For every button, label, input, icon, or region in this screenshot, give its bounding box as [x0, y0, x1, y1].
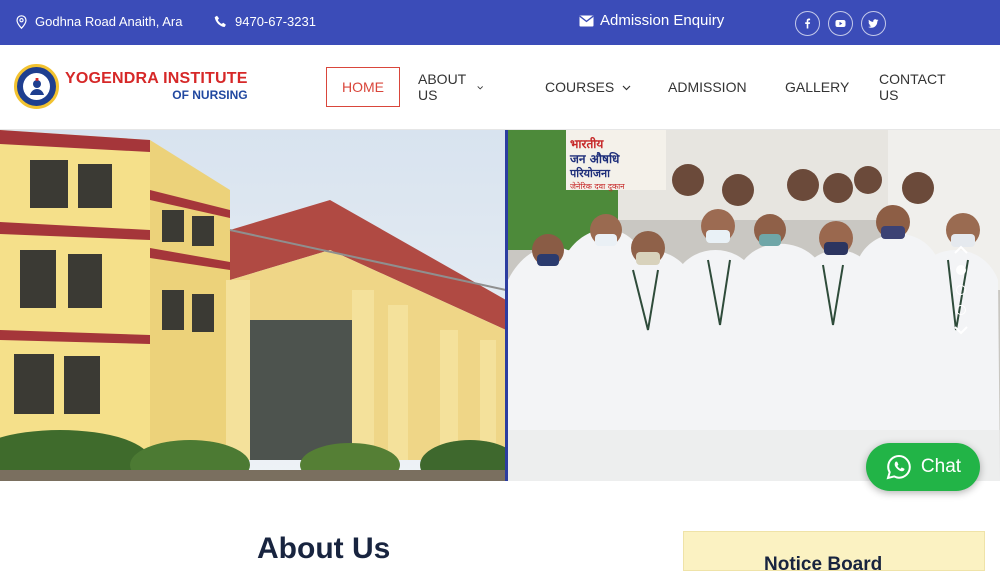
notice-board-heading: Notice Board — [764, 554, 883, 575]
nav-contact-us[interactable]: CONTACT US — [879, 67, 945, 107]
nav-courses[interactable]: COURSES — [545, 67, 631, 107]
facebook-icon[interactable] — [795, 11, 820, 36]
hero-sign-line-1: भारतीय — [570, 137, 604, 151]
twitter-icon[interactable] — [861, 11, 886, 36]
nav-contact-us-label[interactable]: CONTACT US — [879, 71, 945, 103]
admission-enquiry-link[interactable]: Admission Enquiry — [579, 12, 724, 29]
whatsapp-icon — [886, 454, 911, 480]
slider-dot[interactable] — [956, 305, 966, 315]
nursing-students-image: भारतीय जन औषधि परियोजना जेनेरिक दवा दुका… — [508, 130, 1000, 481]
nav-about-us-label[interactable]: ABOUT US — [418, 71, 469, 103]
chevron-down-icon — [622, 85, 631, 90]
envelope-icon — [579, 15, 594, 26]
location-pin-icon — [16, 14, 27, 29]
slider-controls — [950, 245, 972, 335]
address-text: Godhna Road Anaith, Ara — [35, 14, 183, 29]
site-header: YOGENDRA INSTITUTE OF NURSING HOME ABOUT… — [0, 45, 1000, 130]
top-bar: Godhna Road Anaith, Ara 9470-67-3231 Adm… — [0, 0, 1000, 45]
college-building-image — [0, 130, 506, 481]
brand-line-1: YOGENDRA INSTITUTE — [65, 70, 248, 88]
slider-dot[interactable] — [956, 265, 966, 275]
phone-info[interactable]: 9470-67-3231 — [214, 14, 316, 29]
site-logo[interactable]: YOGENDRA INSTITUTE OF NURSING — [14, 64, 248, 109]
admission-enquiry-label[interactable]: Admission Enquiry — [600, 12, 724, 29]
hero-slider: भारतीय जन औषधि परियोजना जेनेरिक दवा दुका… — [0, 130, 1000, 481]
brand-line-2: OF NURSING — [172, 87, 248, 102]
nav-admission[interactable]: ADMISSION — [668, 67, 747, 107]
address-info: Godhna Road Anaith, Ara — [16, 14, 182, 29]
whatsapp-chat-button[interactable]: Chat — [866, 443, 980, 491]
institute-emblem — [14, 64, 59, 109]
nav-about-us[interactable]: ABOUT US — [418, 67, 483, 107]
nav-courses-label[interactable]: COURSES — [545, 79, 614, 95]
nav-admission-label[interactable]: ADMISSION — [668, 79, 747, 95]
youtube-icon[interactable] — [828, 11, 853, 36]
hero-sign-line-3: परियोजना — [569, 166, 611, 180]
hero-sign-line-2: जन औषधि — [569, 152, 620, 166]
nav-home[interactable]: HOME — [326, 67, 400, 107]
chevron-up-icon[interactable] — [954, 245, 968, 255]
notice-board-panel: Notice Board — [683, 531, 985, 575]
chevron-down-icon — [477, 85, 483, 90]
nurse-emblem-icon — [29, 77, 44, 95]
hero-sign-line-4: जेनेरिक दवा दुकान — [570, 181, 625, 192]
chevron-down-icon[interactable] — [954, 325, 968, 335]
chat-label[interactable]: Chat — [921, 456, 961, 478]
phone-text[interactable]: 9470-67-3231 — [235, 14, 316, 29]
phone-icon — [214, 15, 226, 27]
slider-dot[interactable] — [956, 285, 966, 295]
nav-gallery[interactable]: GALLERY — [785, 67, 849, 107]
nav-home-label[interactable]: HOME — [342, 79, 384, 95]
social-links — [795, 11, 886, 36]
nav-gallery-label[interactable]: GALLERY — [785, 79, 849, 95]
about-us-heading: About Us — [257, 532, 391, 565]
